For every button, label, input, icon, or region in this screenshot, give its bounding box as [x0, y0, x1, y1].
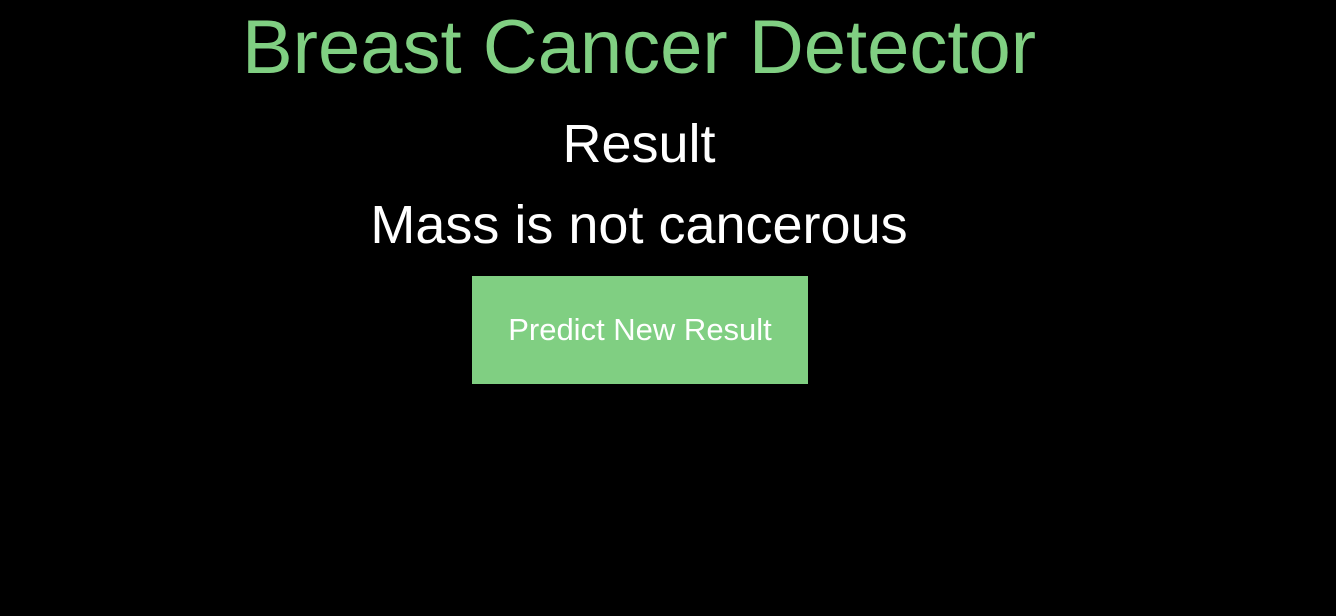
predict-new-result-button[interactable]: Predict New Result: [472, 276, 808, 384]
result-page: Breast Cancer Detector Result Mass is no…: [0, 0, 1336, 616]
result-heading: Result: [562, 114, 716, 174]
result-message: Mass is not cancerous: [370, 195, 908, 255]
page-title: Breast Cancer Detector: [241, 5, 1037, 90]
